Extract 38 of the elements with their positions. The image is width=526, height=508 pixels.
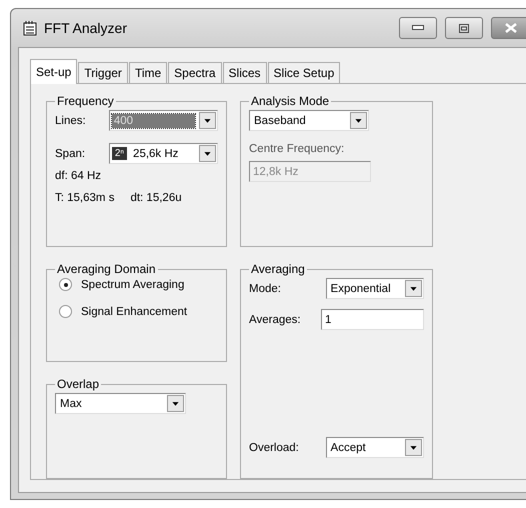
maximize-icon [459, 24, 469, 32]
radio-label: Signal Enhancement [81, 306, 188, 318]
tab[interactable]: Spectra [168, 62, 222, 83]
radio-button[interactable] [59, 278, 72, 291]
dt-readout: dt: 15,26u [130, 192, 182, 204]
analysis-mode-dropdown[interactable]: Baseband [249, 110, 369, 131]
radio-label: Spectrum Averaging [81, 278, 184, 290]
minimize-icon [412, 25, 424, 31]
close-button[interactable] [491, 17, 526, 39]
app-icon [22, 20, 38, 36]
group-title: Averaging Domain [56, 262, 157, 276]
field-label: Span: [55, 148, 86, 160]
group-title: Overlap [56, 377, 100, 391]
df-readout: df: 64 Hz [55, 170, 102, 182]
field-label: Averages: [249, 314, 302, 326]
field-label: Lines: [55, 114, 87, 126]
tab[interactable]: Set-up [30, 59, 78, 84]
tab[interactable]: Trigger [78, 62, 128, 83]
t-readout: T: 15,63m s [55, 192, 114, 204]
tab[interactable]: Time [128, 62, 168, 83]
group-title: Analysis Mode [250, 94, 330, 108]
close-icon [505, 23, 517, 33]
mode-dropdown[interactable]: Exponential [326, 278, 424, 299]
span-dropdown[interactable]: 2ⁿ 25,6k Hz [108, 143, 218, 164]
group-title: Averaging [250, 262, 306, 276]
overlap-dropdown[interactable]: Max [55, 393, 186, 414]
field-label: Mode: [249, 282, 282, 294]
averages-field[interactable]: 1 [321, 309, 424, 330]
field-label: Overload: [249, 442, 300, 454]
group-title: Frequency [56, 94, 115, 108]
field-label: Centre Frequency: [249, 143, 346, 155]
radio-button[interactable] [59, 305, 72, 318]
minimize-button[interactable] [399, 17, 437, 39]
maximize-button[interactable] [445, 17, 483, 39]
overload-dropdown[interactable]: Accept [326, 437, 424, 458]
window-title: FFT Analyzer [44, 20, 128, 36]
tab[interactable]: Slices [222, 62, 267, 83]
tab[interactable]: Slice Setup [268, 62, 340, 83]
